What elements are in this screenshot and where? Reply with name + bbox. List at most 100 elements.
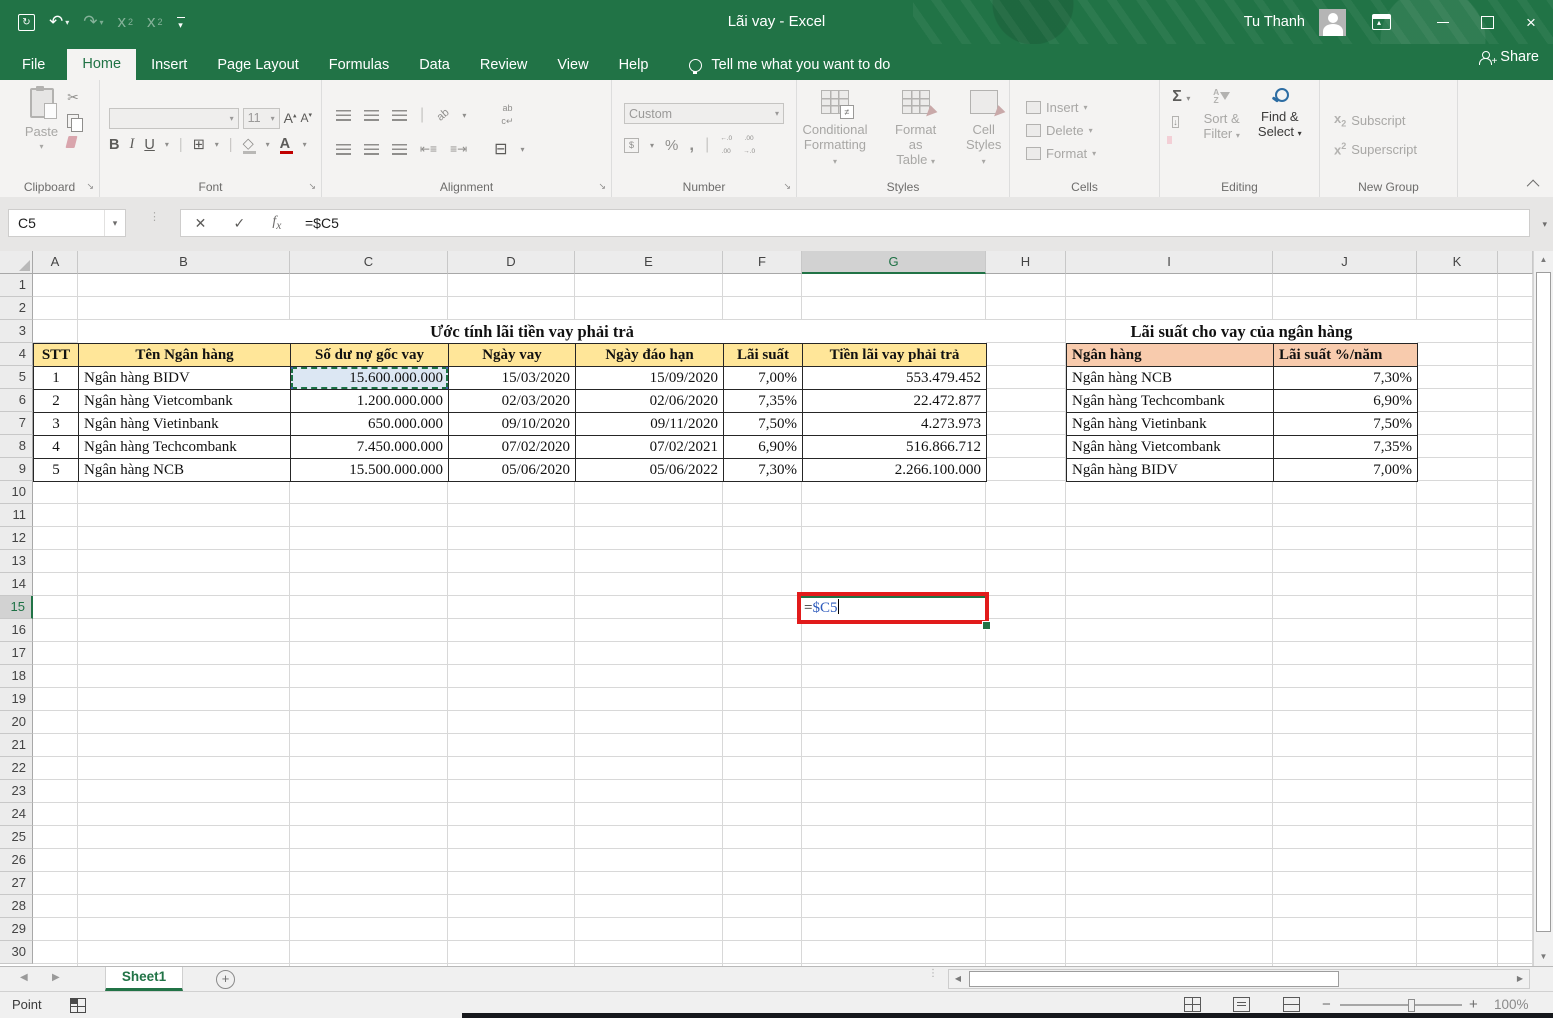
header-cell[interactable]: Ngân hàng [1067, 344, 1274, 367]
alignment-dialog-launcher-icon[interactable]: ↘ [598, 181, 606, 192]
vertical-scroll-thumb[interactable] [1536, 272, 1551, 932]
row-header-1[interactable]: 1 [0, 274, 33, 297]
row-header-4[interactable]: 4 [0, 343, 33, 366]
selection-handle[interactable] [291, 367, 294, 370]
column-header-A[interactable]: A [33, 251, 78, 274]
increase-font-size-icon[interactable]: A▴ [284, 110, 297, 126]
tab-insert[interactable]: Insert [136, 50, 202, 80]
header-cell[interactable]: STT [34, 344, 79, 367]
format-cells-button[interactable]: Format▾ [1026, 144, 1096, 163]
data-cell[interactable]: 09/10/2020 [449, 413, 576, 436]
data-cell[interactable]: Ngân hàng Techcombank [79, 436, 291, 459]
data-cell[interactable]: 22.472.877 [803, 390, 987, 413]
format-painter-icon[interactable] [66, 136, 78, 148]
selection-handle[interactable] [446, 387, 449, 390]
data-cell[interactable]: 15/03/2020 [449, 367, 576, 390]
decrease-font-size-icon[interactable]: A▾ [300, 111, 312, 125]
referenced-cell-c5[interactable]: 15.600.000.000 [291, 367, 449, 390]
data-cell[interactable]: 15/09/2020 [576, 367, 724, 390]
row-header-18[interactable]: 18 [0, 665, 33, 688]
data-cell[interactable]: 516.866.712 [803, 436, 987, 459]
new-sheet-icon[interactable]: + [216, 970, 235, 989]
user-avatar[interactable] [1319, 9, 1346, 36]
font-name-combobox[interactable]: ▾ [109, 108, 239, 129]
row-header-21[interactable]: 21 [0, 734, 33, 757]
data-cell[interactable]: 553.479.452 [803, 367, 987, 390]
data-cell[interactable]: 7,00% [724, 367, 803, 390]
tab-home[interactable]: Home [67, 49, 136, 80]
data-cell[interactable]: 05/06/2022 [576, 459, 724, 482]
autosum-icon[interactable]: Σ ▾ [1172, 88, 1190, 106]
horizontal-scrollbar[interactable]: ◀ ▶ [948, 969, 1530, 989]
increase-decimal-icon[interactable]: ←.0.00 [720, 132, 732, 158]
data-cell[interactable]: 2 [34, 390, 79, 413]
conditional-formatting-button[interactable]: ≠ Conditional Formatting ▾ [797, 88, 873, 171]
wrap-text-icon[interactable]: abc↵ [501, 102, 513, 128]
subscript-button[interactable]: x2Subscript [1334, 111, 1405, 130]
zoom-in-icon[interactable]: + [1469, 996, 1478, 1013]
header-cell[interactable]: Tên Ngân hàng [79, 344, 291, 367]
clipboard-dialog-launcher-icon[interactable]: ↘ [86, 181, 94, 192]
row-header-10[interactable]: 10 [0, 481, 33, 504]
percent-style-icon[interactable]: % [665, 137, 678, 154]
tab-file[interactable]: File [0, 50, 67, 80]
column-header-partial[interactable] [1498, 251, 1533, 274]
row-header-2[interactable]: 2 [0, 297, 33, 320]
close-button[interactable]: × [1509, 0, 1553, 44]
normal-view-icon[interactable] [1184, 997, 1201, 1012]
cell-styles-button[interactable]: Cell Styles ▾ [958, 88, 1009, 171]
scroll-left-icon[interactable]: ◀ [949, 970, 967, 988]
formula-bar-splitter[interactable]: ⋮ [149, 215, 153, 231]
tell-me-box[interactable]: Tell me what you want to do [689, 50, 890, 80]
row-header-12[interactable]: 12 [0, 527, 33, 550]
name-box-dropdown-icon[interactable]: ▾ [104, 210, 125, 236]
row-header-29[interactable]: 29 [0, 918, 33, 941]
tab-formulas[interactable]: Formulas [314, 50, 404, 80]
number-dialog-launcher-icon[interactable]: ↘ [783, 181, 791, 192]
user-name[interactable]: Tu Thanh [1244, 14, 1305, 30]
font-color-icon[interactable]: A [280, 136, 293, 154]
header-cell[interactable]: Số dư nợ gốc vay [291, 344, 449, 367]
row-header-11[interactable]: 11 [0, 504, 33, 527]
selection-handle[interactable] [446, 367, 449, 370]
row-header-7[interactable]: 7 [0, 412, 33, 435]
column-header-C[interactable]: C [290, 251, 448, 274]
align-middle-icon[interactable] [364, 110, 379, 121]
paste-button[interactable]: Paste ▾ [20, 86, 63, 156]
enter-formula-icon[interactable]: ✓ [233, 215, 245, 232]
scroll-down-icon[interactable]: ▼ [1534, 948, 1553, 965]
row-header-15[interactable]: 15 [0, 596, 33, 619]
zoom-slider-track[interactable] [1340, 1004, 1462, 1006]
data-cell[interactable]: Ngân hàng BIDV [79, 367, 291, 390]
column-header-H[interactable]: H [986, 251, 1066, 274]
data-cell[interactable]: 7,50% [1274, 413, 1418, 436]
ribbon-display-options-icon[interactable] [1372, 14, 1391, 30]
align-left-icon[interactable] [336, 144, 351, 155]
data-cell[interactable]: 09/11/2020 [576, 413, 724, 436]
accounting-format-icon[interactable]: $ [624, 138, 639, 153]
save-icon[interactable]: ↻ [18, 14, 35, 31]
row-header-16[interactable]: 16 [0, 619, 33, 642]
row-header-26[interactable]: 26 [0, 849, 33, 872]
data-cell[interactable]: Ngân hàng Vietinbank [1067, 413, 1274, 436]
data-cell[interactable]: 07/02/2020 [449, 436, 576, 459]
data-cell[interactable]: 07/02/2021 [576, 436, 724, 459]
scroll-right-icon[interactable]: ▶ [1511, 970, 1529, 988]
data-cell[interactable]: 02/06/2020 [576, 390, 724, 413]
row-header-3[interactable]: 3 [0, 320, 33, 343]
font-dialog-launcher-icon[interactable]: ↘ [308, 181, 316, 192]
row-header-6[interactable]: 6 [0, 389, 33, 412]
tab-page-layout[interactable]: Page Layout [202, 50, 313, 80]
undo-button[interactable]: ↶▾ [49, 12, 69, 32]
row-header-17[interactable]: 17 [0, 642, 33, 665]
subscript-qat-icon[interactable]: x2 [118, 12, 134, 32]
zoom-slider-thumb[interactable] [1408, 999, 1415, 1012]
row-header-30[interactable]: 30 [0, 941, 33, 964]
increase-indent-icon[interactable]: ≡⇥ [450, 142, 467, 156]
expand-formula-bar-icon[interactable]: ▾ [1542, 219, 1547, 230]
tab-bar-splitter[interactable]: ⋮ [928, 971, 938, 976]
row-header-28[interactable]: 28 [0, 895, 33, 918]
vertical-scrollbar[interactable]: ▲ ▼ [1533, 251, 1553, 966]
row-header-27[interactable]: 27 [0, 872, 33, 895]
insert-cells-button[interactable]: Insert▾ [1026, 98, 1088, 117]
